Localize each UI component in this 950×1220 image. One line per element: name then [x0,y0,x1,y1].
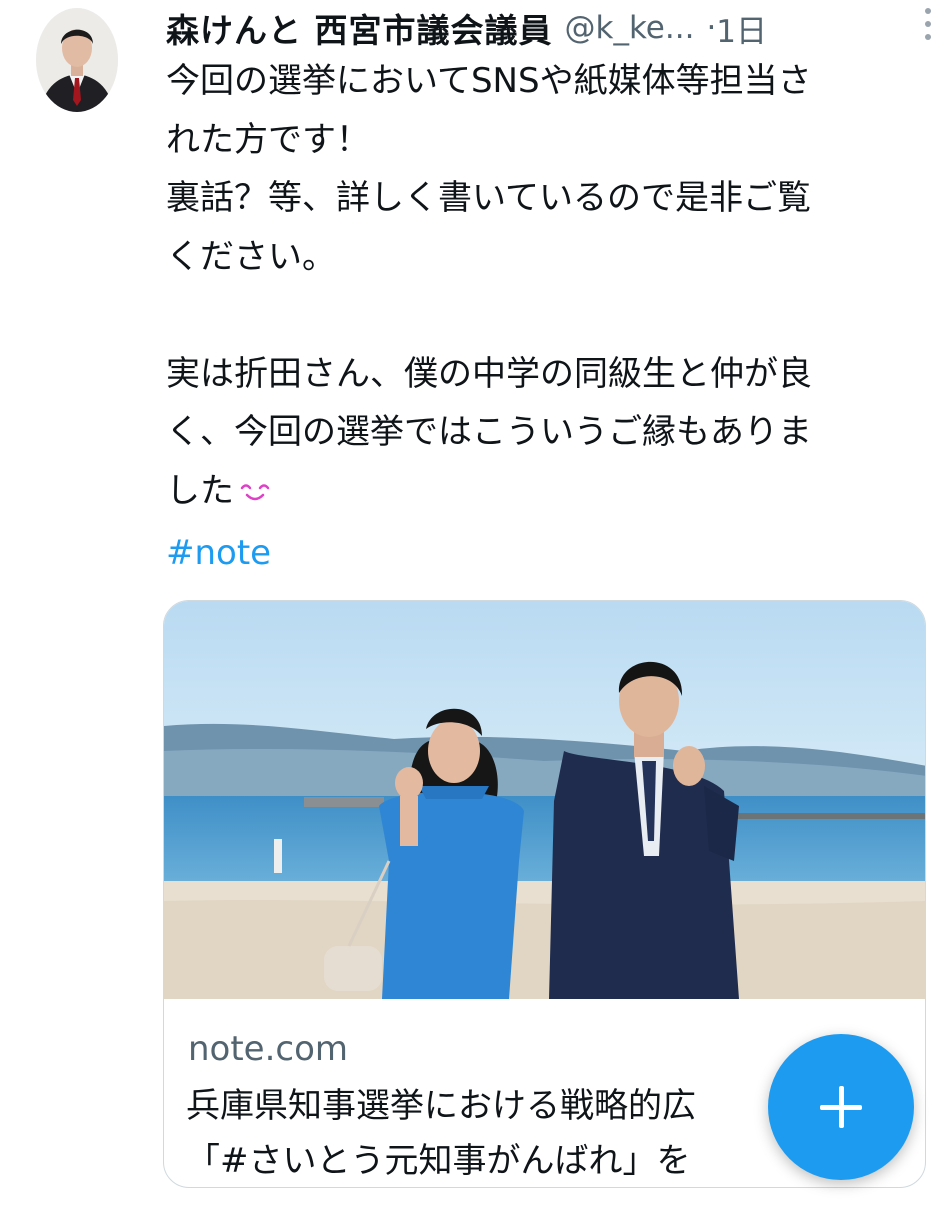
hashtag-link[interactable]: #note [166,533,271,573]
avatar[interactable] [36,8,118,112]
tweet-text-line: 裏話？等、詳しく書いているので是非ご覧 [166,178,811,218]
tweet-text-line: 今回の選挙においてSNSや紙媒体等担当さ [166,61,812,101]
smiling-face-emoji [240,484,270,501]
tweet-text-line-last: した [166,462,936,521]
compose-tweet-button[interactable] [768,1034,914,1180]
tweet-text-line: く、今回の選挙ではこういうご縁もありま [166,412,812,452]
avatar-photo [36,8,118,112]
link-card-image[interactable] [164,601,925,999]
separator-dot: · [706,10,717,46]
timestamp[interactable]: 1日 [716,6,767,51]
display-name[interactable]: 森けんと 西宮市議会議員 [166,4,553,52]
tweet-text-line [166,286,936,345]
plus-icon-vertical [838,1086,844,1128]
tweet-text-line: ください。 [166,236,336,277]
tweet-text-line: れた方です！ [166,119,370,160]
tweet-text: 今回の選挙においてSNSや紙媒体等担当さ れた方です！ 裏話？等、詳しく書いてい… [166,52,936,520]
tweet-header: 森けんと 西宮市議会議員 @k_ke... · 1日 [166,6,926,50]
beach-photo [164,601,925,999]
link-card-domain: note.com [188,1029,349,1069]
tweet-text-line: した [166,470,234,511]
tweet[interactable]: 森けんと 西宮市議会議員 @k_ke... · 1日 今回の選挙においてSNSや… [0,0,950,1220]
tweet-text-line: 実は折田さん、僕の中学の同級生と仲が良 [166,353,812,394]
user-handle[interactable]: @k_ke... [565,10,695,46]
more-options-icon[interactable] [922,8,934,40]
